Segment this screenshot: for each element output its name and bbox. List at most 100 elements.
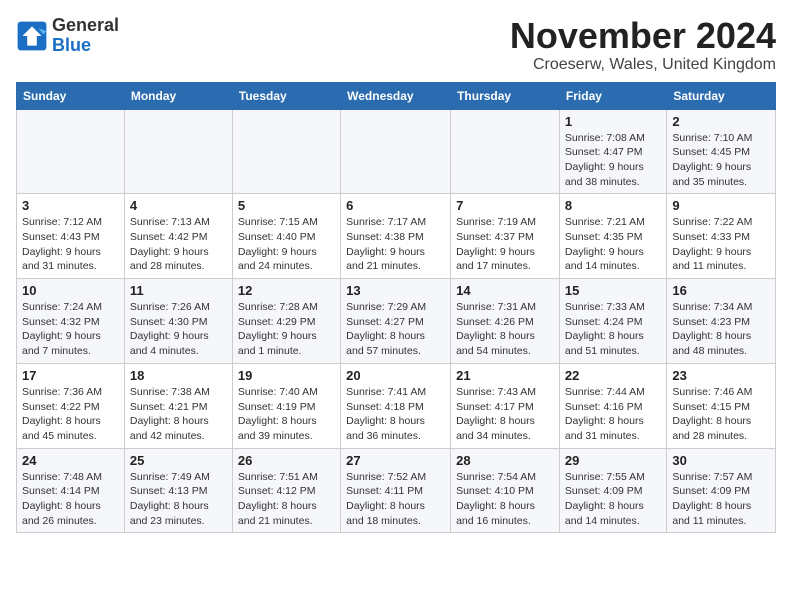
logo-icon: [16, 20, 48, 52]
day-number: 11: [130, 283, 227, 298]
calendar-day-cell: [17, 109, 125, 194]
logo-text: General Blue: [52, 16, 119, 56]
day-number: 25: [130, 453, 227, 468]
calendar-day-cell: 9 Sunrise: 7:22 AM Sunset: 4:33 PM Daylig…: [667, 194, 776, 279]
calendar-day-cell: 18 Sunrise: 7:38 AM Sunset: 4:21 PM Dayli…: [124, 363, 232, 448]
month-title: November 2024: [510, 16, 776, 56]
day-detail: Sunrise: 7:43 AM Sunset: 4:17 PM Dayligh…: [456, 385, 554, 444]
day-number: 24: [22, 453, 119, 468]
day-detail: Sunrise: 7:29 AM Sunset: 4:27 PM Dayligh…: [346, 300, 445, 359]
calendar-day-cell: 6Sunrise: 7:17 AM Sunset: 4:38 PM Daylig…: [341, 194, 451, 279]
calendar-week-row: 3Sunrise: 7:12 AM Sunset: 4:43 PM Daylig…: [17, 194, 776, 279]
day-detail: Sunrise: 7:38 AM Sunset: 4:21 PM Dayligh…: [130, 385, 227, 444]
calendar-day-cell: 3Sunrise: 7:12 AM Sunset: 4:43 PM Daylig…: [17, 194, 125, 279]
calendar-day-cell: 1Sunrise: 7:08 AM Sunset: 4:47 PM Daylig…: [559, 109, 666, 194]
calendar-day-cell: 22 Sunrise: 7:44 AM Sunset: 4:16 PM Dayli…: [559, 363, 666, 448]
day-number: 5: [238, 198, 335, 213]
day-number: 2: [672, 114, 770, 129]
calendar-day-cell: 29 Sunrise: 7:55 AM Sunset: 4:09 PM Dayli…: [559, 448, 666, 533]
weekday-header-saturday: Saturday: [667, 82, 776, 109]
weekday-header-thursday: Thursday: [451, 82, 560, 109]
day-number: 26: [238, 453, 335, 468]
day-detail: Sunrise: 7:41 AM Sunset: 4:18 PM Dayligh…: [346, 385, 445, 444]
page-header: General Blue November 2024 Croeserw, Wal…: [16, 16, 776, 74]
day-number: 7: [456, 198, 554, 213]
day-detail: Sunrise: 7:46 AM Sunset: 4:15 PM Dayligh…: [672, 385, 770, 444]
calendar-day-cell: 13 Sunrise: 7:29 AM Sunset: 4:27 PM Dayli…: [341, 279, 451, 364]
day-number: 29: [565, 453, 661, 468]
day-number: 18: [130, 368, 227, 383]
weekday-header-tuesday: Tuesday: [232, 82, 340, 109]
day-number: 28: [456, 453, 554, 468]
day-number: 12: [238, 283, 335, 298]
day-number: 8: [565, 198, 661, 213]
title-block: November 2024 Croeserw, Wales, United Ki…: [510, 16, 776, 74]
calendar-day-cell: 10 Sunrise: 7:24 AM Sunset: 4:32 PM Dayli…: [17, 279, 125, 364]
day-detail: Sunrise: 7:44 AM Sunset: 4:16 PM Dayligh…: [565, 385, 661, 444]
day-detail: Sunrise: 7:17 AM Sunset: 4:38 PM Dayligh…: [346, 215, 445, 274]
weekday-header-monday: Monday: [124, 82, 232, 109]
day-detail: Sunrise: 7:31 AM Sunset: 4:26 PM Dayligh…: [456, 300, 554, 359]
day-detail: Sunrise: 7:19 AM Sunset: 4:37 PM Dayligh…: [456, 215, 554, 274]
calendar-day-cell: 28 Sunrise: 7:54 AM Sunset: 4:10 PM Dayli…: [451, 448, 560, 533]
calendar-day-cell: 4 Sunrise: 7:13 AM Sunset: 4:42 PM Daylig…: [124, 194, 232, 279]
day-detail: Sunrise: 7:24 AM Sunset: 4:32 PM Dayligh…: [22, 300, 119, 359]
logo: General Blue: [16, 16, 119, 56]
calendar-day-cell: [341, 109, 451, 194]
calendar-day-cell: 20 Sunrise: 7:41 AM Sunset: 4:18 PM Dayli…: [341, 363, 451, 448]
day-number: 19: [238, 368, 335, 383]
calendar-day-cell: 11 Sunrise: 7:26 AM Sunset: 4:30 PM Dayli…: [124, 279, 232, 364]
weekday-header-sunday: Sunday: [17, 82, 125, 109]
calendar-week-row: 10 Sunrise: 7:24 AM Sunset: 4:32 PM Dayli…: [17, 279, 776, 364]
day-detail: Sunrise: 7:10 AM Sunset: 4:45 PM Dayligh…: [672, 131, 770, 190]
day-number: 15: [565, 283, 661, 298]
calendar-day-cell: [232, 109, 340, 194]
calendar-day-cell: 5 Sunrise: 7:15 AM Sunset: 4:40 PM Daylig…: [232, 194, 340, 279]
day-detail: Sunrise: 7:51 AM Sunset: 4:12 PM Dayligh…: [238, 470, 335, 529]
day-detail: Sunrise: 7:54 AM Sunset: 4:10 PM Dayligh…: [456, 470, 554, 529]
day-detail: Sunrise: 7:49 AM Sunset: 4:13 PM Dayligh…: [130, 470, 227, 529]
day-number: 22: [565, 368, 661, 383]
calendar-day-cell: 27 Sunrise: 7:52 AM Sunset: 4:11 PM Dayli…: [341, 448, 451, 533]
calendar-day-cell: 21Sunrise: 7:43 AM Sunset: 4:17 PM Dayli…: [451, 363, 560, 448]
day-detail: Sunrise: 7:12 AM Sunset: 4:43 PM Dayligh…: [22, 215, 119, 274]
day-detail: Sunrise: 7:28 AM Sunset: 4:29 PM Dayligh…: [238, 300, 335, 359]
calendar-day-cell: 17 Sunrise: 7:36 AM Sunset: 4:22 PM Dayli…: [17, 363, 125, 448]
calendar-day-cell: 12 Sunrise: 7:28 AM Sunset: 4:29 PM Dayli…: [232, 279, 340, 364]
day-number: 20: [346, 368, 445, 383]
day-number: 13: [346, 283, 445, 298]
day-number: 4: [130, 198, 227, 213]
day-number: 9: [672, 198, 770, 213]
day-detail: Sunrise: 7:15 AM Sunset: 4:40 PM Dayligh…: [238, 215, 335, 274]
day-number: 17: [22, 368, 119, 383]
day-detail: Sunrise: 7:33 AM Sunset: 4:24 PM Dayligh…: [565, 300, 661, 359]
weekday-header-row: SundayMondayTuesdayWednesdayThursdayFrid…: [17, 82, 776, 109]
day-detail: Sunrise: 7:55 AM Sunset: 4:09 PM Dayligh…: [565, 470, 661, 529]
calendar-day-cell: [451, 109, 560, 194]
day-number: 27: [346, 453, 445, 468]
calendar-day-cell: 19 Sunrise: 7:40 AM Sunset: 4:19 PM Dayli…: [232, 363, 340, 448]
weekday-header-wednesday: Wednesday: [341, 82, 451, 109]
day-number: 10: [22, 283, 119, 298]
location-subtitle: Croeserw, Wales, United Kingdom: [510, 56, 776, 74]
day-detail: Sunrise: 7:26 AM Sunset: 4:30 PM Dayligh…: [130, 300, 227, 359]
calendar-day-cell: 14 Sunrise: 7:31 AM Sunset: 4:26 PM Dayli…: [451, 279, 560, 364]
day-detail: Sunrise: 7:13 AM Sunset: 4:42 PM Dayligh…: [130, 215, 227, 274]
calendar-day-cell: 30Sunrise: 7:57 AM Sunset: 4:09 PM Dayli…: [667, 448, 776, 533]
day-detail: Sunrise: 7:34 AM Sunset: 4:23 PM Dayligh…: [672, 300, 770, 359]
calendar-day-cell: 15 Sunrise: 7:33 AM Sunset: 4:24 PM Dayli…: [559, 279, 666, 364]
day-number: 1: [565, 114, 661, 129]
day-detail: Sunrise: 7:22 AM Sunset: 4:33 PM Dayligh…: [672, 215, 770, 274]
calendar-day-cell: 24 Sunrise: 7:48 AM Sunset: 4:14 PM Dayli…: [17, 448, 125, 533]
calendar-day-cell: 23 Sunrise: 7:46 AM Sunset: 4:15 PM Dayli…: [667, 363, 776, 448]
day-detail: Sunrise: 7:36 AM Sunset: 4:22 PM Dayligh…: [22, 385, 119, 444]
calendar-day-cell: [124, 109, 232, 194]
day-detail: Sunrise: 7:48 AM Sunset: 4:14 PM Dayligh…: [22, 470, 119, 529]
day-detail: Sunrise: 7:57 AM Sunset: 4:09 PM Dayligh…: [672, 470, 770, 529]
calendar-week-row: 17 Sunrise: 7:36 AM Sunset: 4:22 PM Dayli…: [17, 363, 776, 448]
day-number: 23: [672, 368, 770, 383]
calendar-week-row: 1Sunrise: 7:08 AM Sunset: 4:47 PM Daylig…: [17, 109, 776, 194]
day-number: 14: [456, 283, 554, 298]
day-detail: Sunrise: 7:52 AM Sunset: 4:11 PM Dayligh…: [346, 470, 445, 529]
day-detail: Sunrise: 7:40 AM Sunset: 4:19 PM Dayligh…: [238, 385, 335, 444]
